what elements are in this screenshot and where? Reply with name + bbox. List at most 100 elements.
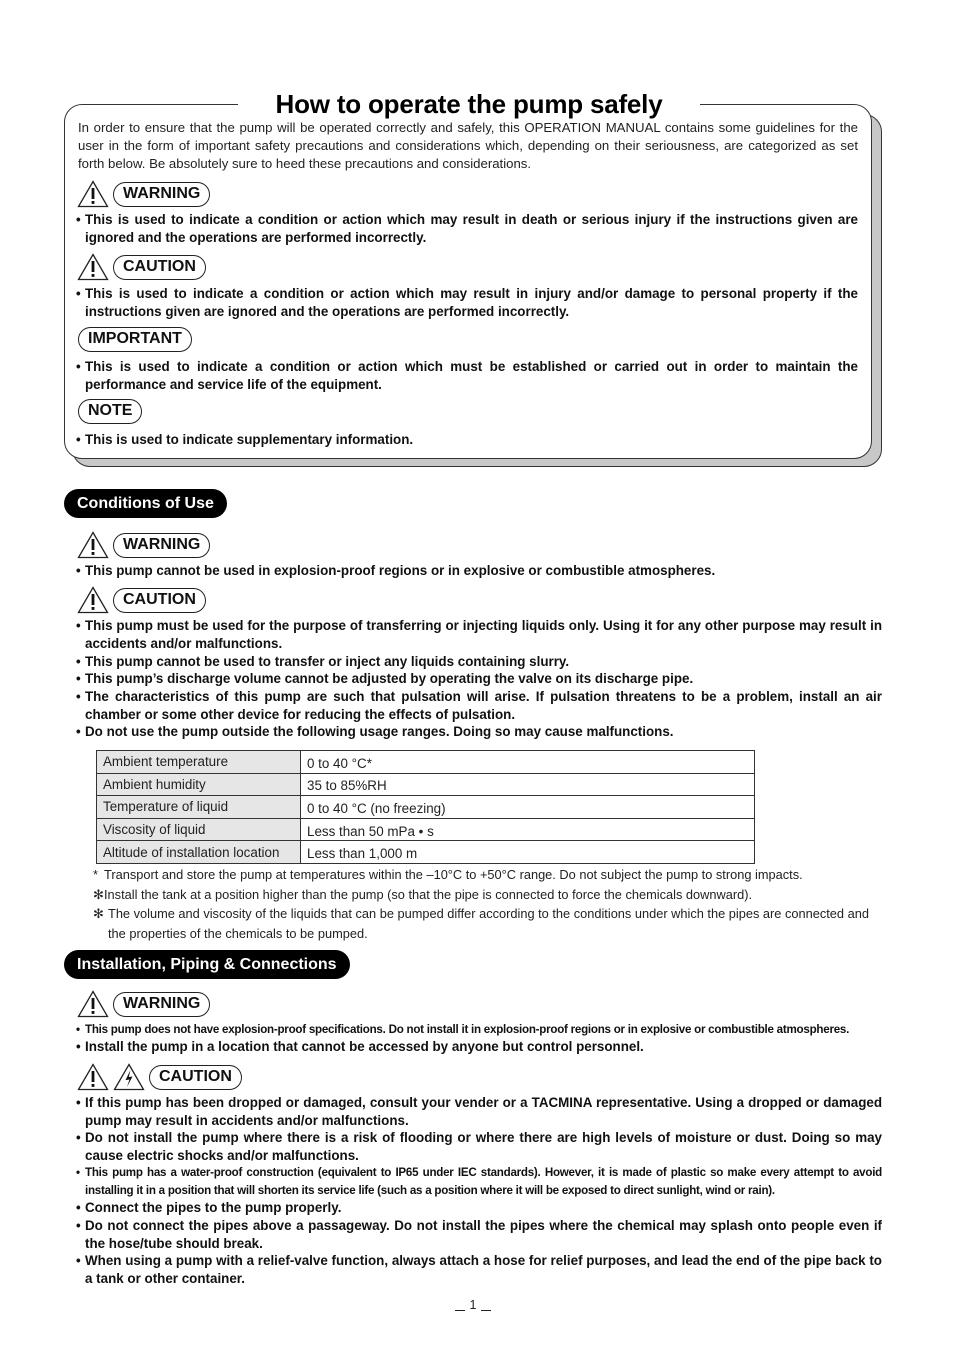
footnote-mark: ✻ [93, 887, 104, 902]
footnote-text: The volume and viscosity of the liquids … [108, 906, 869, 941]
bullet: • [76, 654, 81, 669]
bullet: • [76, 724, 81, 739]
description-text: This is used to indicate a condition or … [85, 359, 858, 392]
warning-triangle-icon [77, 1063, 109, 1091]
intro-title-wrap: How to operate the pump safely [238, 86, 700, 122]
installation-warning-label: WARNING [77, 990, 211, 1018]
table-row: Ambient temperature 0 to 40 °C* [96, 750, 755, 774]
item-text: Connect the pipes to the pump properly. [85, 1200, 342, 1215]
installation-caution-item: • Connect the pipes to the pump properly. [76, 1199, 882, 1217]
bullet: • [76, 1166, 80, 1179]
warning-badge: WARNING [113, 991, 211, 1017]
conditions-caution-item: • This pump’s discharge volume cannot be … [76, 670, 882, 688]
description-text: This is used to indicate supplementary i… [85, 432, 414, 447]
warning-triangle-icon [77, 180, 109, 208]
note-badge: NOTE [78, 399, 143, 424]
item-text: This pump must be used for the purpose o… [85, 618, 882, 651]
footnote: ✻ The volume and viscosity of the liquids… [93, 904, 883, 943]
important-badge: IMPORTANT [78, 327, 192, 352]
table-row: Altitude of installation location Less t… [96, 840, 755, 864]
installation-caution-item: • When using a pump with a relief-valve f… [76, 1252, 882, 1287]
table-value-cell: Less than 1,000 m [300, 840, 755, 864]
bullet: • [76, 1095, 81, 1110]
bullet: • [76, 286, 81, 301]
bullet: • [76, 689, 81, 704]
installation-warning-item: • This pump does not have explosion-proof… [76, 1021, 882, 1039]
bullet: • [76, 618, 81, 633]
installation-caution-item: • Do not install the pump where there is … [76, 1129, 882, 1164]
warning-badge: WARNING [113, 532, 211, 558]
conditions-caution-item: • This pump must be used for the purpose … [76, 617, 882, 652]
item-text: If this pump has been dropped or damaged… [85, 1095, 882, 1128]
item-text: Install the pump in a location that cann… [85, 1039, 644, 1054]
table-key-cell: Viscosity of liquid [96, 817, 301, 842]
conditions-warning-item: • This pump cannot be used in explosion-p… [76, 562, 882, 580]
conditions-caution-item: • Do not use the pump outside the followi… [76, 723, 882, 741]
page-title: How to operate the pump safely [275, 89, 663, 119]
bullet: • [76, 359, 81, 374]
caution-badge: CAUTION [149, 1064, 242, 1090]
section-header-conditions-of-use: Conditions of Use [64, 489, 227, 518]
intro-warning-description: • This is used to indicate a condition or… [76, 211, 858, 246]
intro-paragraph: In order to ensure that the pump will be… [78, 120, 858, 171]
item-text: Do not connect the pipes above a passage… [85, 1218, 882, 1251]
warning-triangle-icon [77, 990, 109, 1018]
table-key-cell: Temperature of liquid [96, 795, 301, 819]
bullet: • [76, 1023, 80, 1036]
caution-badge: CAUTION [113, 254, 206, 280]
usage-range-table: Ambient temperature 0 to 40 °C* Ambient … [96, 750, 755, 864]
table-value-cell: Less than 50 mPa • s [300, 817, 755, 842]
footnote: * Transport and store the pump at tempera… [93, 865, 883, 885]
installation-caution-item: • If this pump has been dropped or damage… [76, 1094, 882, 1129]
intro-note-label: NOTE [78, 399, 143, 424]
item-text: Do not use the pump outside the followin… [85, 724, 674, 739]
conditions-caution-label: CAUTION [77, 586, 206, 614]
page-number: 1 [448, 1298, 498, 1312]
item-text: This pump does not have explosion-proof … [85, 1023, 850, 1036]
warning-triangle-icon [77, 586, 109, 614]
item-text: This pump cannot be used to transfer or … [85, 654, 570, 669]
footnote: ✻Install the tank at a position higher t… [93, 885, 883, 905]
warning-triangle-icon [77, 531, 109, 559]
intro-caution-description: • This is used to indicate a condition or… [76, 285, 858, 320]
dash-right [481, 1310, 492, 1311]
section-header-installation: Installation, Piping & Connections [64, 950, 350, 979]
bullet: • [76, 563, 81, 578]
item-text: This pump has a water-proof construction… [85, 1166, 882, 1197]
item-text: When using a pump with a relief-valve fu… [85, 1253, 882, 1286]
intro-important-description: • This is used to indicate a condition or… [76, 358, 858, 393]
bullet: • [76, 1200, 81, 1215]
page-number-text: 1 [469, 1298, 477, 1312]
table-row: Viscosity of liquid Less than 50 mPa • s [96, 817, 755, 842]
installation-caution-label: CAUTION [77, 1063, 242, 1091]
bullet: • [76, 1130, 81, 1145]
description-text: This is used to indicate a condition or … [85, 286, 858, 319]
installation-caution-item: • Do not connect the pipes above a passag… [76, 1217, 882, 1252]
conditions-warning-label: WARNING [77, 531, 211, 559]
electric-shock-icon [113, 1063, 145, 1091]
caution-badge: CAUTION [113, 587, 206, 613]
bullet: • [76, 1218, 81, 1233]
warning-triangle-icon [77, 253, 109, 281]
table-key-cell: Altitude of installation location [96, 840, 301, 864]
item-text: Do not install the pump where there is a… [85, 1130, 882, 1163]
item-text: This pump cannot be used in explosion-pr… [85, 563, 716, 578]
conditions-caution-item: • The characteristics of this pump are su… [76, 688, 882, 723]
conditions-caution-item: • This pump cannot be used to transfer or… [76, 653, 882, 671]
bullet: • [76, 1253, 81, 1268]
table-key-cell: Ambient temperature [96, 750, 301, 774]
warning-badge: WARNING [113, 181, 211, 207]
installation-caution-item: • This pump has a water-proof constructio… [76, 1164, 882, 1199]
intro-important-label: IMPORTANT [78, 327, 192, 352]
bullet: • [76, 671, 81, 686]
intro-warning-label: WARNING [77, 180, 211, 208]
description-text: This is used to indicate a condition or … [85, 212, 858, 245]
bullet: • [76, 1039, 81, 1054]
dash-left [454, 1310, 465, 1311]
bullet: • [76, 432, 81, 447]
footnote-mark: * [93, 867, 98, 882]
bullet: • [76, 212, 81, 227]
table-value-cell: 0 to 40 °C* [300, 750, 755, 774]
footnote-text: Transport and store the pump at temperat… [104, 867, 803, 882]
installation-warning-item: • Install the pump in a location that can… [76, 1038, 882, 1056]
